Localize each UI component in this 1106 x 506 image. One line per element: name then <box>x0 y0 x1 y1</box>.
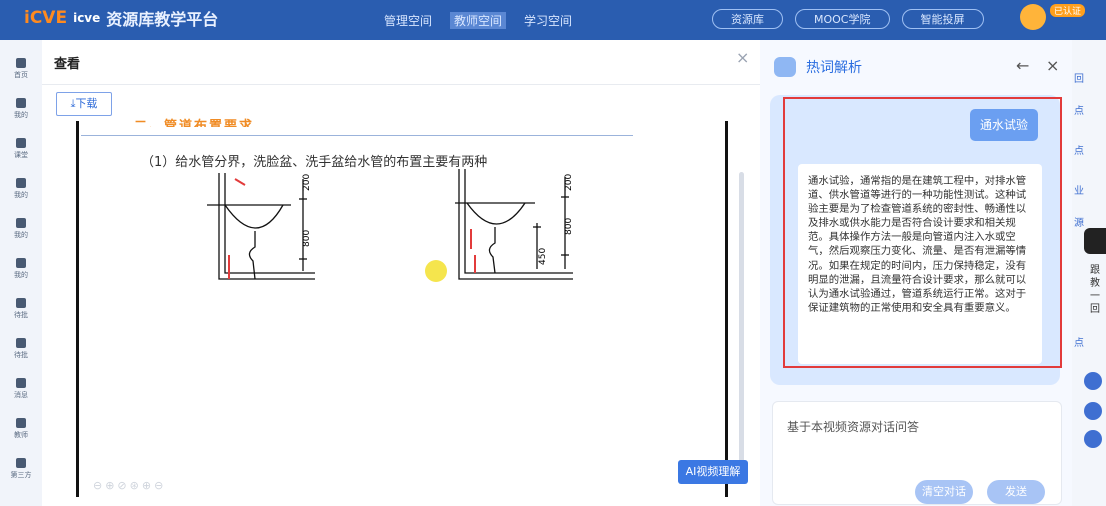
message-icon <box>16 378 26 388</box>
pill-smart-screen[interactable]: 智能投屏 <box>901 9 984 29</box>
pill-mooc-college[interactable]: MOOC学院 <box>795 9 890 29</box>
sidebar-item-mine-3[interactable]: 我的 <box>4 218 38 240</box>
sidebar-item-mine-2[interactable]: 我的 <box>4 178 38 200</box>
sidebar-item-pending-1[interactable]: 待批 <box>4 298 38 320</box>
edge-label-1: 回 <box>1074 74 1084 85</box>
sidebar-item-home[interactable]: 首页 <box>4 58 38 80</box>
panel-title: 热词解析 <box>806 60 862 76</box>
help-icon[interactable] <box>1084 430 1102 448</box>
headset-icon[interactable] <box>1084 372 1102 390</box>
bars-icon <box>16 178 26 188</box>
edge-label-2: 点 <box>1074 106 1084 117</box>
apps-icon <box>16 458 26 468</box>
dim-left-800: 800 <box>302 230 312 247</box>
dim-right-800: 800 <box>564 218 574 235</box>
dim-right-200: 200 <box>564 174 574 191</box>
edge-label-5: 源 <box>1074 218 1084 229</box>
modal-divider <box>42 84 760 85</box>
top-pill-links: 资源库 MOOC学院 智能投屏 <box>712 9 984 29</box>
back-arrow-icon[interactable]: ← <box>1016 56 1029 75</box>
sidebar-item-mine-1[interactable]: 我的 <box>4 98 38 120</box>
sidebar-item-mine-4[interactable]: 我的 <box>4 258 38 280</box>
left-sidebar: 首页 我的 课堂 我的 我的 我的 待批 待批 消息 教师 第三方 <box>0 40 42 506</box>
chat-input-box[interactable]: 基于本视频资源对话问答 清空对话 发送 <box>772 401 1062 505</box>
mouse-cursor-highlight <box>425 260 447 282</box>
class-icon <box>16 138 26 148</box>
edge-label-3: 点 <box>1074 146 1084 157</box>
download-circle-icon[interactable] <box>1084 402 1102 420</box>
sidebar-item-class[interactable]: 课堂 <box>4 138 38 160</box>
clear-chat-button[interactable]: 清空对话 <box>915 480 973 504</box>
dim-right-450: 450 <box>538 248 548 265</box>
doc-icon <box>16 298 26 308</box>
user-avatar[interactable] <box>1020 4 1046 30</box>
sidebar-item-teacher[interactable]: 教师 <box>4 418 38 440</box>
slide-heading: 二、管道布置要求 <box>134 119 255 127</box>
top-nav-bar: iCVE icve 资源库教学平台 管理空间 教师空间 学习空间 资源库 MOO… <box>0 0 1106 40</box>
tab-manage-space[interactable]: 管理空间 <box>384 12 432 29</box>
tab-learning-space[interactable]: 学习空间 <box>524 12 572 29</box>
chat-input-placeholder: 基于本视频资源对话问答 <box>787 420 920 434</box>
pill-resource-library[interactable]: 资源库 <box>712 9 783 29</box>
slide-viewer: 二、管道布置要求 （1）给水管分界，洗脸盆、洗手盆给水管的布置主要有两种 200… <box>76 119 728 497</box>
list-icon <box>16 258 26 268</box>
robot-assistant-icon[interactable] <box>1084 228 1106 254</box>
sidebar-item-third-party[interactable]: 第三方 <box>4 458 38 480</box>
platform-title: 资源库教学平台 <box>106 10 219 29</box>
doc-icon <box>16 338 26 348</box>
ai-video-understand-button[interactable]: AI视频理解 <box>678 460 748 484</box>
edge-label-6: 点 <box>1074 338 1084 349</box>
teacher-icon <box>16 418 26 428</box>
download-button[interactable]: ⤓下载 <box>56 92 112 116</box>
slide-heading-rule <box>81 135 633 136</box>
washbasin-diagram: 200 800 200 800 450 <box>207 169 574 280</box>
chart-icon <box>16 98 26 108</box>
assistant-vertical-label[interactable]: 跟教一回 <box>1090 264 1104 316</box>
send-button[interactable]: 发送 <box>987 480 1045 504</box>
panel-header: 热词解析 <box>774 57 862 77</box>
modal-close-icon[interactable]: × <box>736 48 749 67</box>
modal-title: 查看 <box>54 57 81 72</box>
sidebar-item-pending-2[interactable]: 待批 <box>4 338 38 360</box>
grid-icon <box>16 218 26 228</box>
home-icon <box>16 58 26 68</box>
certified-badge: 已认证 <box>1050 4 1086 17</box>
dim-left-200: 200 <box>302 174 312 191</box>
hotword-panel: 热词解析 ← × 通水试验 通水试验，通常指的是在建筑工程中，对排水管道、供水管… <box>760 40 1072 506</box>
icve-logo-mark: iCVE <box>24 8 68 28</box>
slide-controls[interactable]: ⊖⊕⊘⊛⊕⊖ <box>93 479 166 492</box>
tab-teacher-space[interactable]: 教师空间 <box>450 12 507 29</box>
icve-logo-small: icve <box>73 11 101 25</box>
chat-bubble-icon <box>774 57 796 77</box>
modal-scrollbar[interactable] <box>739 172 744 472</box>
panel-close-icon[interactable]: × <box>1046 56 1059 75</box>
slide-text: （1）给水管分界，洗脸盆、洗手盆给水管的布置主要有两种 <box>141 155 488 170</box>
answer-text: 通水试验，通常指的是在建筑工程中，对排水管道、供水管道等进行的一种功能性测试。这… <box>798 164 1042 364</box>
question-bubble: 通水试验 <box>970 109 1038 141</box>
platform-logo[interactable]: iCVE icve 资源库教学平台 <box>24 6 218 30</box>
view-modal: 查看 × ⤓下载 二、管道布置要求 （1）给水管分界，洗脸盆、洗手盆给水管的布置… <box>42 40 760 506</box>
space-tabs: 管理空间 教师空间 学习空间 <box>384 12 572 29</box>
edge-label-4: 业 <box>1074 186 1084 197</box>
sidebar-item-message[interactable]: 消息 <box>4 378 38 400</box>
